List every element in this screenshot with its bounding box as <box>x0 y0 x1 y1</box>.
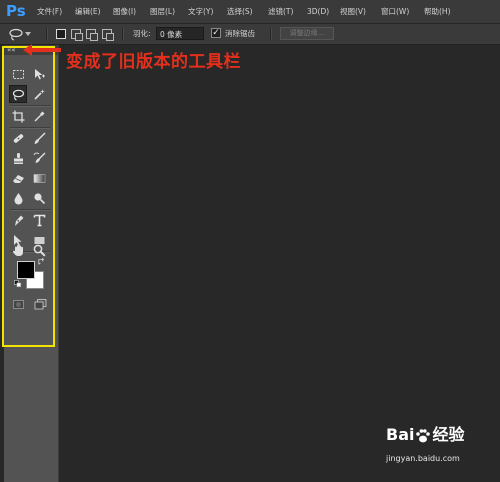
rectangular-marquee-icon <box>12 69 24 79</box>
intersect-selection-icon[interactable] <box>102 29 114 41</box>
eraser-icon <box>12 174 24 183</box>
crop-icon <box>12 110 24 122</box>
watermark-logo: Bai 经验 <box>386 422 465 448</box>
watermark-url: jingyan.baidu.com <box>386 454 460 463</box>
quick-mask-button[interactable] <box>9 295 27 313</box>
watermark-brand-suffix: 经验 <box>432 425 465 444</box>
tool-hand[interactable] <box>9 241 27 259</box>
options-separator <box>46 28 48 40</box>
tool-type[interactable] <box>30 211 48 229</box>
tool-preset-picker[interactable] <box>8 27 34 41</box>
brush-icon <box>34 132 45 144</box>
tool-move[interactable] <box>30 65 48 83</box>
healing-brush-icon <box>13 133 23 143</box>
hand-icon <box>12 244 23 256</box>
menu-bar: Ps 文件(F) 编辑(E) 图像(I) 图层(L) 文字(Y) 选择(S) 滤… <box>0 0 500 24</box>
clone-stamp-icon <box>13 152 23 164</box>
tool-healing-brush[interactable] <box>9 129 27 147</box>
feather-label: 羽化: <box>133 29 151 38</box>
tool-brush[interactable] <box>30 129 48 147</box>
blur-icon <box>14 192 22 204</box>
tool-blur[interactable] <box>9 189 27 207</box>
watermark-brand: Bai <box>386 425 415 444</box>
subtract-selection-icon[interactable] <box>86 29 98 41</box>
collapse-toolbox-icon[interactable]: «« <box>7 45 16 55</box>
zoom-icon <box>33 244 46 257</box>
refine-edge-button[interactable]: 调整边缘... <box>280 27 334 40</box>
swap-colors-icon <box>38 258 45 265</box>
antialias-checkbox[interactable]: ✓ <box>211 28 221 38</box>
tool-lasso[interactable] <box>9 85 27 103</box>
tool-eraser[interactable] <box>9 169 27 187</box>
menu-help[interactable]: 帮助(H) <box>424 5 451 18</box>
screen-mode-button[interactable] <box>31 295 49 313</box>
lasso-icon <box>9 28 31 41</box>
options-separator <box>122 28 124 40</box>
annotation-text: 变成了旧版本的工具栏 <box>66 52 241 72</box>
menu-image[interactable]: 图像(I) <box>113 5 136 18</box>
tool-eyedropper[interactable] <box>30 107 48 125</box>
menu-view[interactable]: 视图(V) <box>340 5 366 18</box>
tool-gradient[interactable] <box>30 169 48 187</box>
menu-window[interactable]: 窗口(W) <box>381 5 409 18</box>
tool-pen[interactable] <box>9 211 27 229</box>
tool-history-brush[interactable] <box>30 149 48 167</box>
move-icon <box>34 68 45 79</box>
toolbox-panel: «« <box>4 45 59 482</box>
paw-icon <box>416 428 431 442</box>
menu-3d[interactable]: 3D(D) <box>307 5 329 18</box>
gradient-icon <box>33 173 45 183</box>
eyedropper-icon <box>34 111 44 121</box>
options-bar: 羽化: 0 像素 ✓ 消除锯齿 调整边缘... <box>0 24 500 45</box>
photoshop-window: Ps 文件(F) 编辑(E) 图像(I) 图层(L) 文字(Y) 选择(S) 滤… <box>0 0 500 482</box>
screen-mode-icon <box>34 298 46 309</box>
menu-edit[interactable]: 编辑(E) <box>75 5 101 18</box>
tool-crop[interactable] <box>9 107 27 125</box>
menu-type[interactable]: 文字(Y) <box>188 5 213 18</box>
swap-colors-button[interactable] <box>37 257 47 267</box>
tool-dodge[interactable] <box>30 189 48 207</box>
quick-mask-icon <box>12 299 24 309</box>
menu-select[interactable]: 选择(S) <box>227 5 253 18</box>
baidu-jingyan-watermark: Bai 经验 jingyan.baidu.com <box>386 422 496 474</box>
lasso-icon <box>12 89 24 101</box>
pen-icon <box>14 215 23 226</box>
tool-rectangular-marquee[interactable] <box>9 65 27 83</box>
foreground-color-swatch[interactable] <box>17 261 35 279</box>
menu-filter[interactable]: 滤镜(T) <box>268 5 293 18</box>
type-icon <box>33 214 45 226</box>
new-selection-icon[interactable] <box>56 29 66 39</box>
document-workspace[interactable] <box>59 45 500 482</box>
default-colors-icon <box>14 280 22 288</box>
menu-layer[interactable]: 图层(L) <box>150 5 175 18</box>
options-separator <box>270 28 272 40</box>
menu-file[interactable]: 文件(F) <box>37 5 62 18</box>
annotation-arrow <box>23 44 61 56</box>
history-brush-icon <box>33 152 45 163</box>
dodge-icon <box>33 192 45 204</box>
default-colors-button[interactable] <box>13 279 23 289</box>
antialias-label: 消除锯齿 <box>225 29 255 38</box>
photoshop-logo: Ps <box>6 2 26 20</box>
tool-clone-stamp[interactable] <box>9 149 27 167</box>
add-selection-icon[interactable] <box>71 29 83 41</box>
tool-magic-wand[interactable] <box>30 85 48 103</box>
feather-input[interactable]: 0 像素 <box>156 27 204 40</box>
magic-wand-icon <box>33 88 45 100</box>
